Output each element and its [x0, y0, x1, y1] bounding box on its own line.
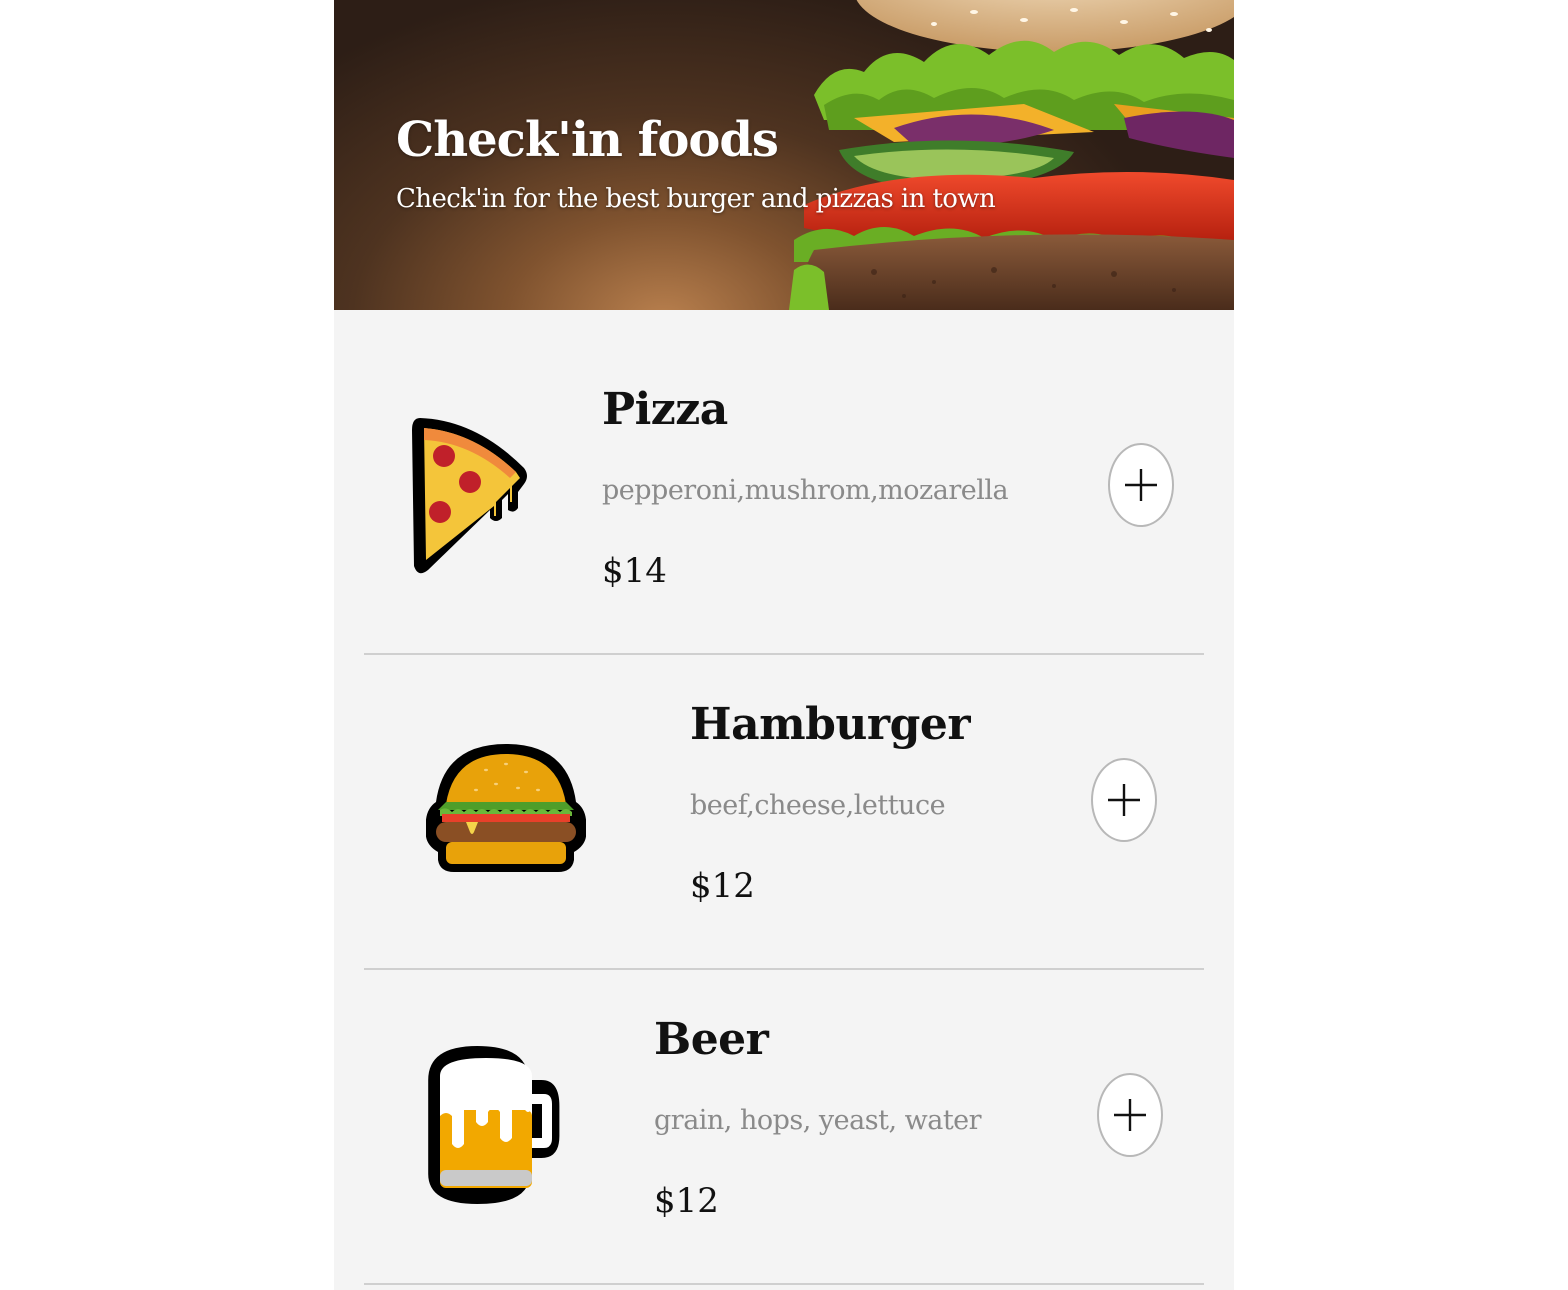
page-title: Check'in foods	[396, 112, 779, 168]
page-subtitle: Check'in for the best burger and pizzas …	[396, 184, 996, 214]
add-hamburger-button[interactable]	[1091, 758, 1157, 842]
menu-item-beer: Beer grain, hops, yeast, water $12	[364, 970, 1204, 1285]
beer-icon	[428, 1046, 560, 1204]
menu-item-hamburger: Hamburger beef,cheese,lettuce $12	[364, 655, 1204, 970]
item-price: $12	[654, 1181, 719, 1221]
hamburger-icon	[426, 744, 586, 872]
add-beer-button[interactable]	[1097, 1073, 1163, 1157]
menu-item-pizza: Pizza pepperoni,mushrom,mozarella $14	[364, 340, 1204, 655]
add-pizza-button[interactable]	[1108, 443, 1174, 527]
item-description: beef,cheese,lettuce	[690, 790, 946, 821]
menu-page: Check'in foods Check'in for the best bur…	[334, 0, 1234, 1290]
plus-icon	[1114, 1099, 1146, 1131]
plus-icon	[1125, 469, 1157, 501]
item-description: pepperoni,mushrom,mozarella	[602, 475, 1009, 506]
item-price: $12	[690, 866, 755, 906]
hero-banner: Check'in foods Check'in for the best bur…	[334, 0, 1234, 310]
item-name: Beer	[654, 1014, 769, 1065]
item-description: grain, hops, yeast, water	[654, 1105, 982, 1136]
item-name: Hamburger	[690, 699, 971, 750]
item-name: Pizza	[602, 384, 728, 435]
pizza-icon	[412, 418, 527, 574]
plus-icon	[1108, 784, 1140, 816]
item-price: $14	[602, 551, 667, 591]
